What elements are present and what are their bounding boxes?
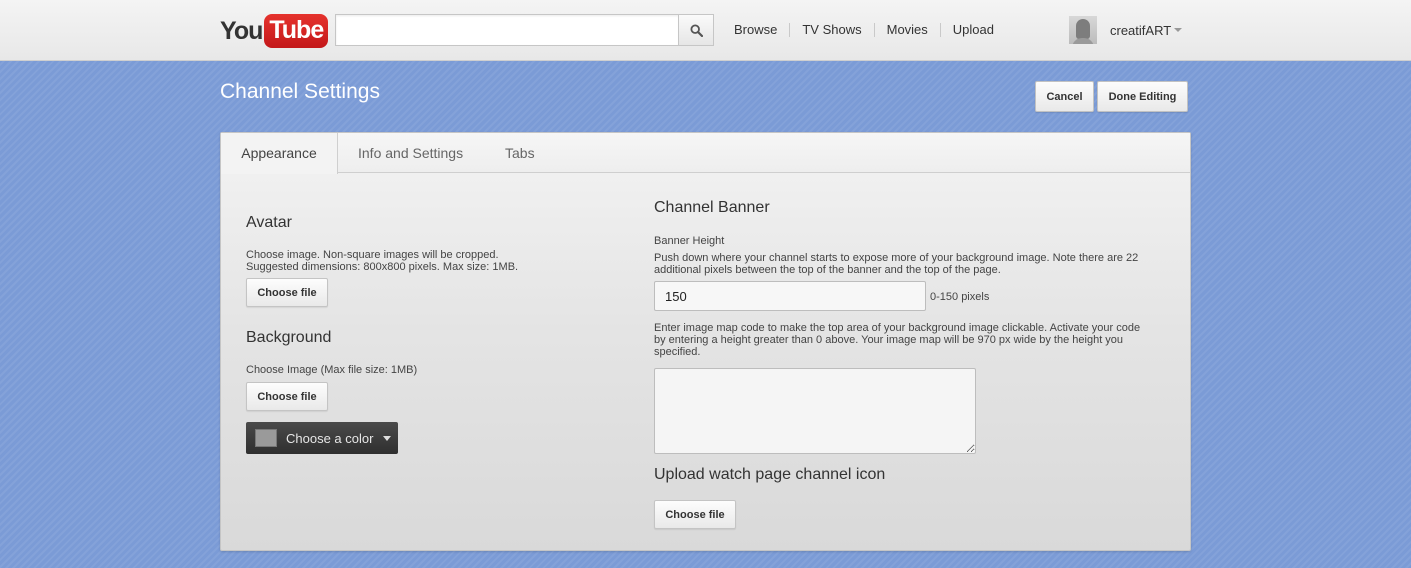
cancel-button[interactable]: Cancel: [1035, 81, 1094, 112]
top-nav: Browse TV Shows Movies Upload: [734, 22, 994, 37]
banner-height-label: Banner Height: [654, 235, 725, 247]
banner-help-line1: Push down where your channel starts to e…: [654, 252, 1139, 264]
masthead: You Tube Browse TV Shows Movies Upload c…: [0, 0, 1411, 61]
banner-height-input[interactable]: [654, 281, 926, 311]
background-choose-file-button[interactable]: Choose file: [246, 382, 328, 411]
nav-upload[interactable]: Upload: [953, 22, 994, 37]
tab-appearance[interactable]: Appearance: [221, 133, 338, 174]
page-title: Channel Settings: [220, 80, 380, 103]
avatar-choose-file-button[interactable]: Choose file: [246, 278, 328, 307]
chevron-down-icon[interactable]: [1174, 28, 1183, 32]
choose-color-label: Choose a color: [286, 430, 374, 446]
background-help: Choose Image (Max file size: 1MB): [246, 364, 418, 376]
channel-icon-choose-file-button[interactable]: Choose file: [654, 500, 736, 529]
nav-movies[interactable]: Movies: [887, 22, 928, 37]
tab-info-and-settings[interactable]: Info and Settings: [358, 133, 463, 173]
search-input[interactable]: [335, 14, 679, 46]
nav-divider: [873, 22, 875, 37]
avatar-heading: Avatar: [246, 214, 292, 231]
logo-you-text: You: [220, 16, 263, 45]
imagemap-textarea[interactable]: [654, 368, 976, 454]
search-button[interactable]: [678, 14, 714, 46]
done-editing-button[interactable]: Done Editing: [1097, 81, 1188, 112]
avatar-help-line2: Suggested dimensions: 800x800 pixels. Ma…: [246, 261, 519, 273]
choose-color-button[interactable]: Choose a color: [246, 422, 398, 454]
banner-height-range: 0-150 pixels: [930, 291, 990, 303]
banner-help-line2: additional pixels between the top of the…: [654, 264, 1001, 276]
settings-panel: Appearance Info and Settings Tabs Avatar…: [220, 132, 1191, 551]
tab-bar: Appearance Info and Settings Tabs: [221, 133, 1190, 174]
imagemap-help-line3: specified.: [654, 346, 701, 358]
logo-tube-text: Tube: [264, 14, 329, 48]
nav-divider: [789, 22, 791, 37]
background-heading: Background: [246, 329, 332, 346]
nav-divider: [939, 22, 941, 37]
channel-banner-heading: Channel Banner: [654, 199, 770, 216]
avatar-help-line1: Choose image. Non-square images will be …: [246, 249, 499, 261]
imagemap-help-line2: by entering a height greater than 0 abov…: [654, 334, 1124, 346]
tab-tabs[interactable]: Tabs: [505, 133, 535, 173]
chevron-down-icon: [383, 435, 392, 441]
youtube-logo[interactable]: You Tube: [220, 14, 329, 48]
imagemap-help-line1: Enter image map code to make the top are…: [654, 322, 1141, 334]
avatar[interactable]: [1069, 16, 1097, 44]
nav-browse[interactable]: Browse: [734, 22, 777, 37]
user-menu[interactable]: creatifART: [1069, 16, 1183, 44]
username[interactable]: creatifART: [1110, 23, 1171, 38]
nav-tv-shows[interactable]: TV Shows: [802, 22, 861, 37]
search-icon: [689, 23, 703, 37]
color-swatch: [255, 429, 277, 447]
channel-icon-heading: Upload watch page channel icon: [654, 466, 886, 483]
